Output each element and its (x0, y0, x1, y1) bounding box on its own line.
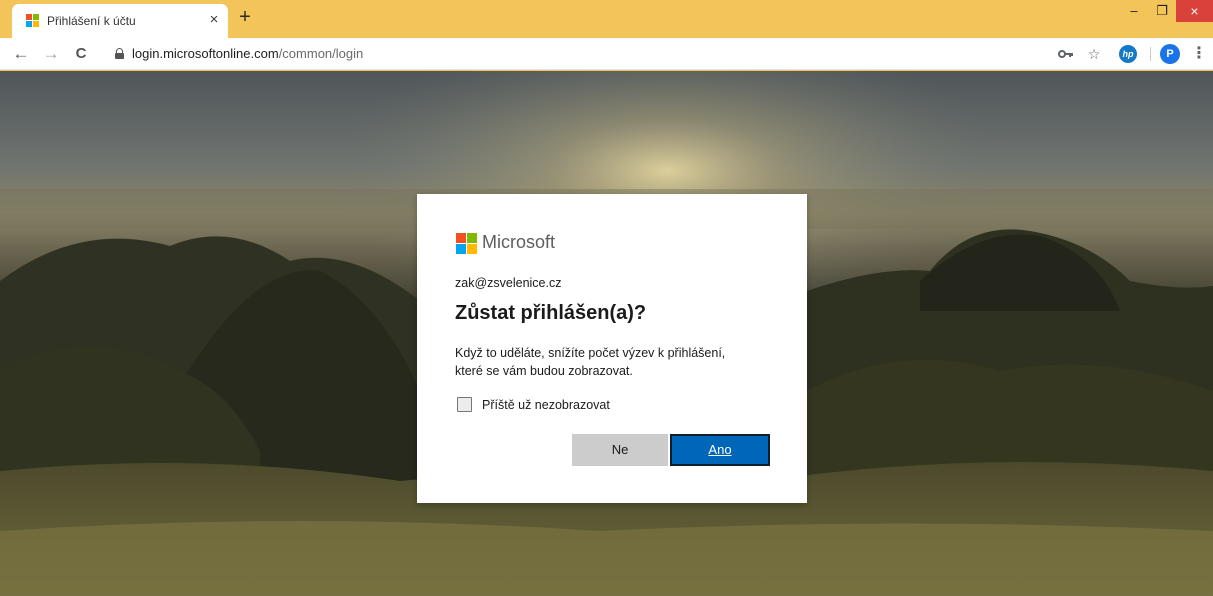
description-line-2: které se vám budou zobrazovat. (455, 364, 633, 378)
description-line-1: Když to uděláte, snížíte počet výzev k p… (455, 346, 726, 360)
url-path: /common/login (278, 46, 364, 61)
browser-menu-icon[interactable]: ⋮ (1191, 44, 1207, 64)
no-button[interactable]: Ne (572, 434, 668, 466)
address-bar[interactable]: login.microsoftonline.com/common/login (108, 42, 1108, 66)
profile-avatar[interactable]: P (1160, 44, 1180, 64)
hp-extension-icon[interactable]: hp (1119, 45, 1137, 63)
minimize-button[interactable]: – (1120, 0, 1148, 22)
browser-tab[interactable]: Přihlášení k účtu × (12, 4, 228, 38)
url-text[interactable]: login.microsoftonline.com/common/login (132, 46, 363, 61)
reload-button[interactable]: C (70, 43, 92, 65)
page-viewport: Microsoft zak@zsvelenice.cz Zůstat přihl… (0, 71, 1213, 596)
stay-signed-in-dialog: Microsoft zak@zsvelenice.cz Zůstat přihl… (417, 194, 807, 503)
key-icon[interactable] (1058, 44, 1074, 64)
tab-close-icon[interactable]: × (205, 11, 223, 29)
yes-button[interactable]: Ano (670, 434, 770, 466)
url-host: login.microsoftonline.com (132, 46, 279, 61)
browser-toolbar: ← → C login.microsoftonline.com/common/l… (0, 38, 1213, 70)
browser-tab-strip: Přihlášení k účtu × + – ❐ × (0, 0, 1213, 38)
dialog-title: Zůstat přihlášen(a)? (455, 302, 647, 324)
toolbar-separator (1150, 47, 1151, 61)
dont-show-again-label[interactable]: Příště už nezobrazovat (482, 398, 610, 412)
close-window-button[interactable]: × (1176, 0, 1213, 22)
dialog-description: Když to uděláte, snížíte počet výzev k p… (455, 344, 775, 380)
dont-show-again-checkbox[interactable] (457, 397, 472, 412)
lock-icon[interactable] (115, 48, 124, 59)
tab-title: Přihlášení k účtu (47, 14, 136, 28)
new-tab-button[interactable]: + (235, 7, 255, 28)
microsoft-logo-icon (456, 233, 477, 254)
restore-button[interactable]: ❐ (1148, 0, 1176, 22)
back-button[interactable]: ← (10, 43, 32, 65)
account-identity: zak@zsvelenice.cz (455, 276, 562, 290)
forward-button[interactable]: → (40, 43, 62, 65)
window-controls: – ❐ × (1120, 0, 1213, 24)
microsoft-favicon-icon (26, 14, 40, 28)
star-icon[interactable]: ☆ (1086, 44, 1102, 64)
microsoft-brand-name: Microsoft (482, 232, 556, 252)
